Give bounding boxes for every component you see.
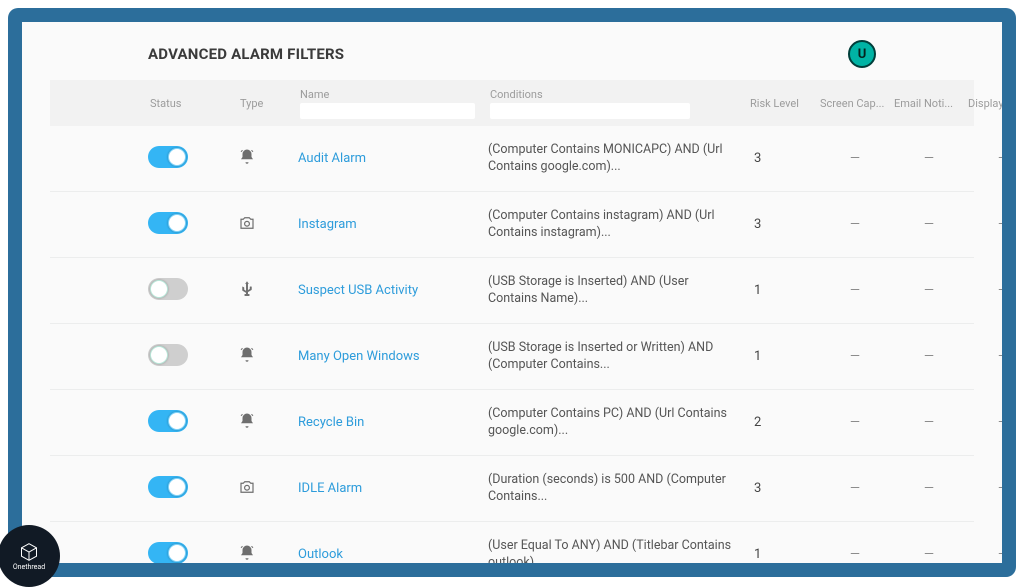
alarm-name-link[interactable]: Many Open Windows xyxy=(298,349,420,364)
col-status: Status xyxy=(148,93,238,114)
display-pop-value: — xyxy=(966,283,1016,298)
status-toggle[interactable] xyxy=(148,542,188,564)
alarm-name-link[interactable]: Recycle Bin xyxy=(298,415,364,430)
email-noti-value: — xyxy=(892,481,966,496)
onethread-logo: Onethread xyxy=(0,525,60,587)
table-row: Audit Alarm (Computer Contains MONICAPC)… xyxy=(50,126,974,192)
alarm-table: Status Type Name Conditions Risk Level S… xyxy=(50,80,974,577)
usb-icon xyxy=(238,280,256,298)
table-row: Recycle Bin (Computer Contains PC) AND (… xyxy=(50,390,974,456)
screen-cap-value: — xyxy=(818,481,892,496)
status-toggle[interactable] xyxy=(148,146,188,168)
table-row: Instagram (Computer Contains instagram) … xyxy=(50,192,974,258)
camera-icon xyxy=(238,478,256,496)
col-type: Type xyxy=(238,93,298,114)
alarm-conditions: (Computer Contains MONICAPC) AND (Url Co… xyxy=(488,142,748,176)
bell-icon xyxy=(238,412,256,430)
table-row: Outlook (User Equal To ANY) AND (Titleba… xyxy=(50,522,974,577)
table-row: Suspect USB Activity (USB Storage is Ins… xyxy=(50,258,974,324)
display-pop-value: — xyxy=(966,151,1016,166)
alarm-conditions: (Duration (seconds) is 500 AND (Computer… xyxy=(488,472,748,506)
risk-level: 2 xyxy=(748,415,818,430)
screen-cap-value: — xyxy=(818,151,892,166)
bell-icon xyxy=(238,148,256,166)
name-filter-input[interactable] xyxy=(300,103,475,119)
camera-icon xyxy=(238,214,256,232)
screen-cap-value: — xyxy=(818,415,892,430)
col-screen: Screen Cap... xyxy=(818,93,892,114)
table-row: IDLE Alarm (Duration (seconds) is 500 AN… xyxy=(50,456,974,522)
table-header: Status Type Name Conditions Risk Level S… xyxy=(50,80,974,126)
cube-icon xyxy=(19,542,39,562)
col-name: Name xyxy=(298,84,488,123)
email-noti-value: — xyxy=(892,349,966,364)
status-toggle[interactable] xyxy=(148,476,188,498)
alarm-conditions: (USB Storage is Inserted) AND (User Cont… xyxy=(488,274,748,308)
status-toggle[interactable] xyxy=(148,410,188,432)
email-noti-value: — xyxy=(892,217,966,232)
risk-level: 3 xyxy=(748,151,818,166)
email-noti-value: — xyxy=(892,151,966,166)
alarm-conditions: (Computer Contains instagram) AND (Url C… xyxy=(488,208,748,242)
alarm-name-link[interactable]: Audit Alarm xyxy=(298,151,366,166)
alarm-conditions: (USB Storage is Inserted or Written) AND… xyxy=(488,340,748,374)
col-risk: Risk Level xyxy=(748,93,818,114)
avatar[interactable]: U xyxy=(848,40,876,68)
alarm-name-link[interactable]: Suspect USB Activity xyxy=(298,283,418,298)
bell-icon xyxy=(238,544,256,562)
status-toggle[interactable] xyxy=(148,278,188,300)
col-display: Display Pop... xyxy=(966,93,1016,114)
table-row: Many Open Windows (USB Storage is Insert… xyxy=(50,324,974,390)
col-email: Email Noti... xyxy=(892,93,966,114)
risk-level: 3 xyxy=(748,481,818,496)
display-pop-value: — xyxy=(966,217,1016,232)
display-pop-value: — xyxy=(966,349,1016,364)
alarm-name-link[interactable]: IDLE Alarm xyxy=(298,481,362,496)
display-pop-value: — xyxy=(966,547,1016,562)
screen-cap-value: — xyxy=(818,547,892,562)
conditions-filter-input[interactable] xyxy=(490,103,690,119)
screen-cap-value: — xyxy=(818,349,892,364)
alarm-conditions: (User Equal To ANY) AND (Titlebar Contai… xyxy=(488,538,748,572)
screen-cap-value: — xyxy=(818,217,892,232)
email-noti-value: — xyxy=(892,283,966,298)
risk-level: 1 xyxy=(748,349,818,364)
alarm-name-link[interactable]: Outlook xyxy=(298,547,343,562)
status-toggle[interactable] xyxy=(148,212,188,234)
risk-level: 3 xyxy=(748,217,818,232)
risk-level: 1 xyxy=(748,283,818,298)
screen-cap-value: — xyxy=(818,283,892,298)
display-pop-value: — xyxy=(966,415,1016,430)
email-noti-value: — xyxy=(892,415,966,430)
page-title: ADVANCED ALARM FILTERS xyxy=(148,45,344,63)
display-pop-value: — xyxy=(966,481,1016,496)
status-toggle[interactable] xyxy=(148,344,188,366)
bell-icon xyxy=(238,346,256,364)
risk-level: 1 xyxy=(748,547,818,562)
col-conditions: Conditions xyxy=(488,84,748,123)
alarm-conditions: (Computer Contains PC) AND (Url Contains… xyxy=(488,406,748,440)
alarm-name-link[interactable]: Instagram xyxy=(298,217,357,232)
email-noti-value: — xyxy=(892,547,966,562)
